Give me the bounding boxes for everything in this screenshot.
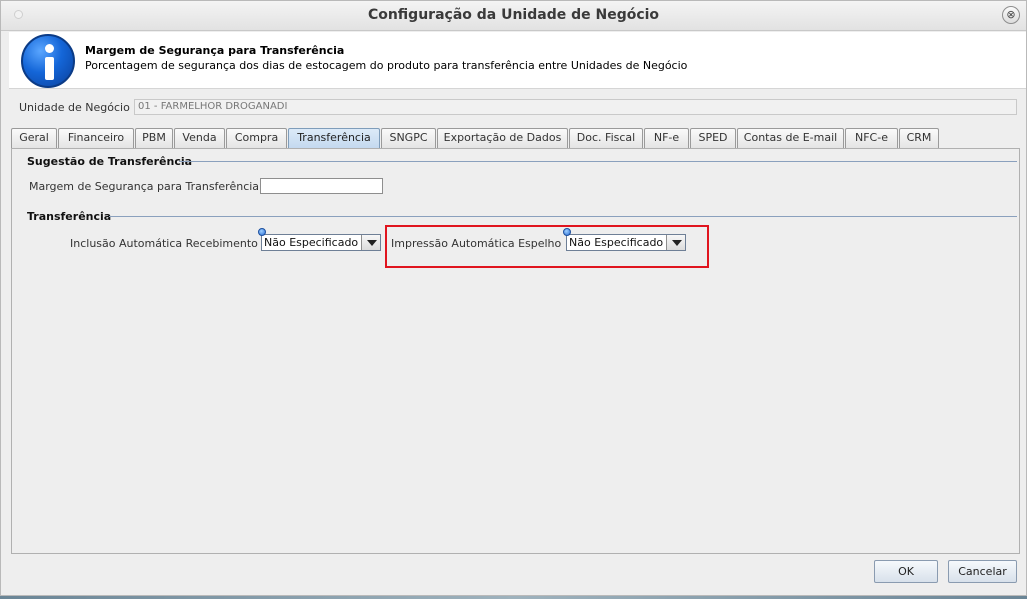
tab-nfce[interactable]: NFC-e <box>845 128 898 148</box>
tab-doc-fiscal[interactable]: Doc. Fiscal <box>569 128 643 148</box>
close-button[interactable]: ⊗ <box>1002 6 1020 24</box>
title-bar: Configuração da Unidade de Negócio ⊗ <box>1 1 1026 31</box>
auto-print-select[interactable]: Não Especificado <box>563 228 686 251</box>
banner-description: Porcentagem de segurança dos dias de est… <box>85 59 688 72</box>
tab-financeiro[interactable]: Financeiro <box>58 128 134 148</box>
tab-transferencia[interactable]: Transferência <box>288 128 380 148</box>
auto-receipt-label: Inclusão Automática Recebimento <box>70 237 258 250</box>
tab-nfe[interactable]: NF-e <box>644 128 689 148</box>
banner-title: Margem de Segurança para Transferência <box>85 44 345 57</box>
tab-exportacao-dados[interactable]: Exportação de Dados <box>437 128 568 148</box>
tab-venda[interactable]: Venda <box>174 128 225 148</box>
chevron-down-icon[interactable] <box>361 235 380 250</box>
tab-crm[interactable]: CRM <box>899 128 939 148</box>
section-divider <box>109 216 1017 217</box>
info-banner: Margem de Segurança para Transferência P… <box>9 32 1026 89</box>
cancel-button[interactable]: Cancelar <box>948 560 1017 583</box>
business-unit-field: 01 - FARMELHOR DROGANADI <box>134 99 1017 115</box>
margin-label: Margem de Segurança para Transferência <box>29 180 260 193</box>
section-divider <box>179 161 1017 162</box>
auto-print-label: Impressão Automática Espelho <box>391 237 562 250</box>
tab-sngpc[interactable]: SNGPC <box>381 128 436 148</box>
info-icon <box>21 34 75 88</box>
ok-button[interactable]: OK <box>874 560 938 583</box>
auto-print-value: Não Especificado <box>569 236 664 249</box>
section-title-transfer: Transferência <box>27 210 112 223</box>
section-title-suggestion: Sugestão de Transferência <box>27 155 193 168</box>
margin-input[interactable] <box>260 178 383 194</box>
config-dialog: Configuração da Unidade de Negócio ⊗ Mar… <box>0 0 1027 596</box>
tab-compra[interactable]: Compra <box>226 128 287 148</box>
tab-pbm[interactable]: PBM <box>135 128 173 148</box>
tab-sped[interactable]: SPED <box>690 128 736 148</box>
chevron-down-icon[interactable] <box>666 235 685 250</box>
auto-receipt-value: Não Especificado <box>264 236 359 249</box>
auto-receipt-select[interactable]: Não Especificado <box>258 228 381 251</box>
tab-contas-email[interactable]: Contas de E-mail <box>737 128 844 148</box>
business-unit-label: Unidade de Negócio <box>19 101 130 114</box>
tab-geral[interactable]: Geral <box>11 128 57 148</box>
transfer-tab-panel <box>11 148 1020 554</box>
window-title: Configuração da Unidade de Negócio <box>367 7 660 23</box>
